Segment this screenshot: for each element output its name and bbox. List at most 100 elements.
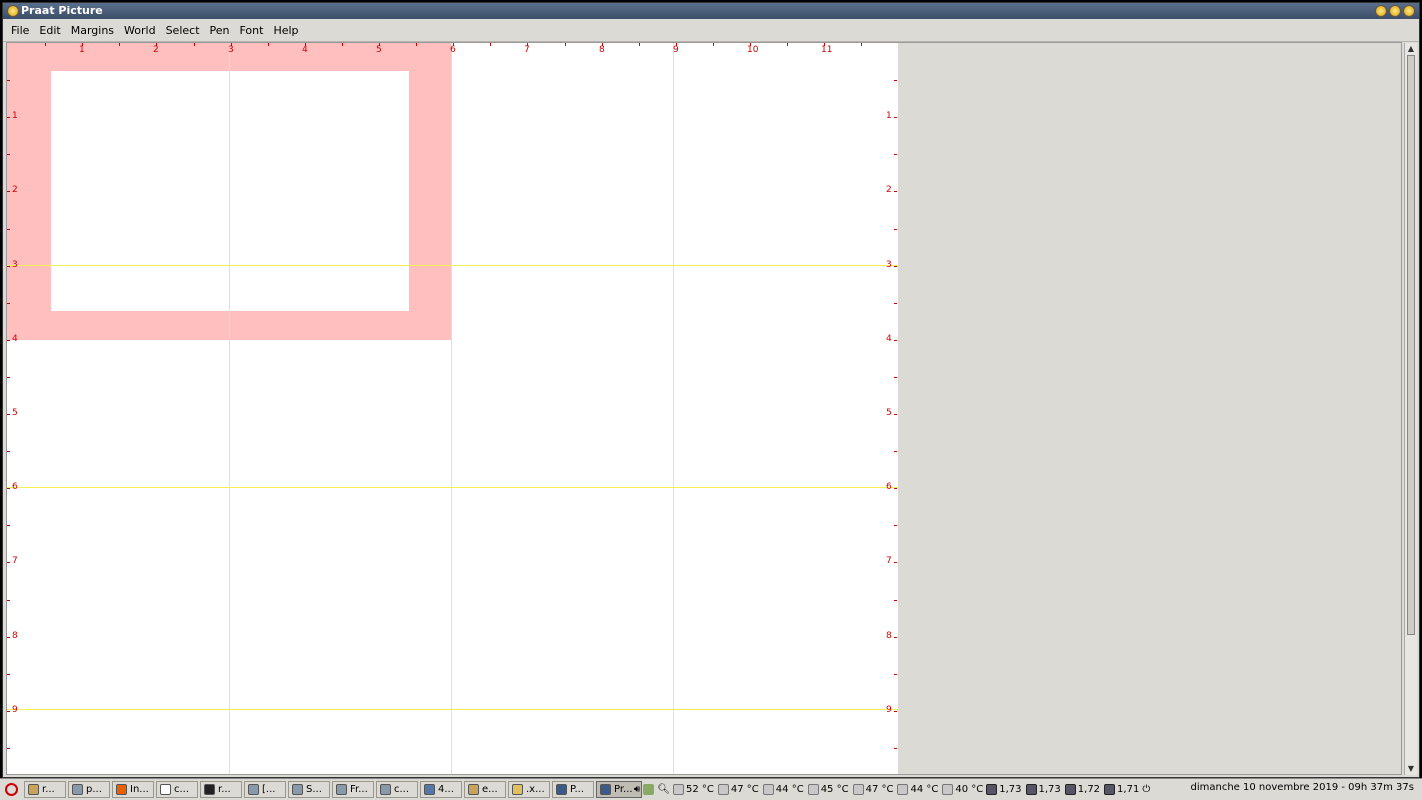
temperature-item[interactable]: 44 °C (897, 784, 938, 795)
minimize-button[interactable] (1375, 5, 1387, 17)
cpu-frequency-item[interactable]: 1,72 (1064, 784, 1101, 795)
menu-font[interactable]: Font (235, 24, 269, 37)
taskbar-task[interactable]: 4... (420, 781, 462, 798)
ruler-label-y-right: 8 (886, 631, 892, 641)
taskbar-task-label: .x... (526, 784, 545, 795)
ruler-tick (7, 266, 10, 267)
taskbar-task[interactable]: [... (244, 781, 286, 798)
ruler-label-x: 5 (376, 45, 382, 55)
taskbar-task[interactable]: S... (288, 781, 330, 798)
ruler-tick (7, 414, 10, 415)
ruler-tick (7, 748, 10, 749)
cpu-frequency-value: 1,73 (1038, 784, 1061, 795)
ruler-tick (639, 43, 640, 46)
taskbar-task[interactable]: In... (112, 781, 154, 798)
cpu-frequency-item[interactable]: 1,71 (1104, 784, 1139, 795)
cpu-frequency-item[interactable]: 1,73 (1025, 784, 1061, 795)
temperature-value: 45 °C (820, 784, 849, 795)
taskbar-task[interactable]: .x... (508, 781, 550, 798)
taskbar-task[interactable]: r... (200, 781, 242, 798)
ruler-label-y-right: 2 (886, 185, 892, 195)
close-button[interactable] (1403, 5, 1415, 17)
terminal-icon (204, 784, 215, 795)
menu-pen[interactable]: Pen (205, 24, 235, 37)
menu-help[interactable]: Help (268, 24, 303, 37)
ruler-tick (894, 488, 897, 489)
clock[interactable]: dimanche 10 novembre 2019 - 09h 37m 37s (1191, 782, 1414, 793)
taskbar-task-label: Pr... (614, 784, 633, 795)
ruler-tick (861, 43, 862, 46)
taskbar-task[interactable]: Fr... (332, 781, 374, 798)
drawing-paper[interactable]: 1 2 3 4 5 6 7 8 9 10 11 1 2 3 4 5 6 7 8 9 1 2 3 4 5 6 7 8 9 (7, 43, 898, 774)
taskbar-task[interactable]: e... (464, 781, 506, 798)
debian-swirl-icon (5, 783, 18, 796)
ruler-tick (7, 80, 10, 81)
grid-line-horizontal (7, 487, 898, 488)
ruler-tick (194, 43, 195, 46)
temperature-value: 44 °C (910, 784, 939, 795)
volume-icon[interactable]: 🔊︎ (634, 784, 640, 795)
taskbar-task-label: Fr... (350, 784, 368, 795)
picture-canvas[interactable]: 1 2 3 4 5 6 7 8 9 10 11 1 2 3 4 5 6 7 8 9 1 2 3 4 5 6 7 8 9 (6, 42, 1402, 775)
vertical-scrollbar[interactable]: ▲ ▼ (1404, 43, 1417, 775)
ruler-label-y-left: 8 (12, 631, 18, 641)
ruler-tick (894, 266, 897, 267)
menu-world[interactable]: World (119, 24, 161, 37)
ruler-label-y-right: 3 (886, 260, 892, 270)
thermometer-icon (852, 784, 864, 795)
taskbar-task-label: r... (42, 784, 55, 795)
cpu-frequency-item[interactable]: 1,73 (986, 784, 1022, 795)
title-bar[interactable]: Praat Picture (3, 3, 1419, 19)
ruler-label-y-left: 5 (12, 408, 18, 418)
temperature-item[interactable]: 47 °C (717, 784, 759, 795)
folder-icon (28, 784, 39, 795)
start-menu-button[interactable] (2, 781, 22, 798)
ruler-tick (787, 43, 788, 46)
temperature-item[interactable]: 45 °C (807, 784, 849, 795)
ruler-label-x: 4 (302, 45, 308, 55)
ruler-tick (268, 43, 269, 46)
taskbar-task-label: r... (218, 784, 231, 795)
cpu-icon (986, 784, 998, 795)
temperature-item[interactable]: 40 °C (942, 784, 983, 795)
ruler-tick (894, 674, 897, 675)
app-icon (248, 784, 259, 795)
taskbar-task[interactable]: r... (24, 781, 66, 798)
taskbar-task[interactable]: p... (68, 781, 110, 798)
menu-select[interactable]: Select (161, 24, 205, 37)
cpu-icon (1104, 784, 1116, 795)
ruler-tick (342, 43, 343, 46)
ruler-tick (7, 117, 10, 118)
ruler-label-y-left: 2 (12, 185, 18, 195)
network-icon[interactable] (643, 784, 655, 795)
menu-margins[interactable]: Margins (66, 24, 119, 37)
temperature-item[interactable]: 52 °C (673, 784, 714, 795)
magnifier-icon[interactable]: 🔍︎ (657, 784, 670, 795)
cpu-frequency-value: 1,72 (1077, 784, 1101, 795)
scroll-down-icon[interactable]: ▼ (1405, 763, 1417, 775)
scroll-up-icon[interactable]: ▲ (1405, 43, 1417, 55)
ruler-tick (894, 340, 897, 341)
power-icon[interactable]: ⏻︎ (1142, 784, 1150, 795)
ruler-label-y-left: 3 (12, 260, 18, 270)
ruler-tick (894, 80, 897, 81)
window-menu-icon[interactable] (7, 5, 19, 17)
scrollbar-thumb[interactable] (1407, 55, 1415, 635)
taskbar-task[interactable]: P... (552, 781, 594, 798)
temperature-item[interactable]: 44 °C (762, 784, 804, 795)
temperature-item[interactable]: 47 °C (852, 784, 893, 795)
ruler-label-y-left: 1 (12, 111, 18, 121)
ruler-tick (894, 711, 897, 712)
taskbar-task[interactable]: c... (156, 781, 198, 798)
ruler-tick (7, 600, 10, 601)
maximize-button[interactable] (1389, 5, 1401, 17)
ruler-label-y-right: 5 (886, 408, 892, 418)
taskbar: r... p... In... c... r... [... S... Fr... c... 4.… (0, 778, 1422, 800)
ruler-tick (7, 303, 10, 304)
menu-file[interactable]: File (3, 24, 34, 37)
menu-edit[interactable]: Edit (34, 24, 65, 37)
taskbar-task[interactable]: c... (376, 781, 418, 798)
magnifier-icon (424, 784, 435, 795)
ruler-tick (894, 117, 897, 118)
app-icon (292, 784, 303, 795)
